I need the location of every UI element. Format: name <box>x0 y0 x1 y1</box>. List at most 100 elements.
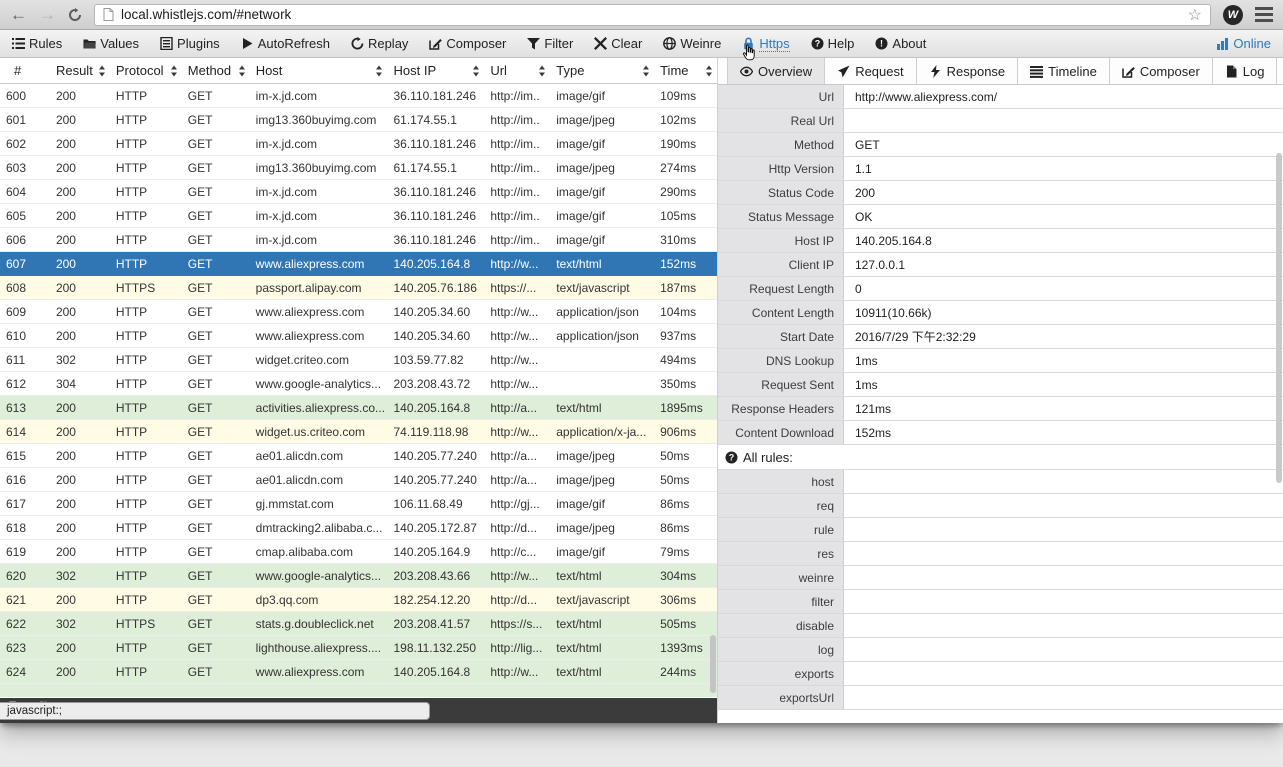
table-row[interactable]: 608200HTTPSGETpassport.alipay.com140.205… <box>0 276 717 300</box>
table-row[interactable]: 606200HTTPGETim-x.jd.com36.110.181.246ht… <box>0 228 717 252</box>
table-row-partial[interactable] <box>0 684 717 697</box>
table-row[interactable]: 600200HTTPGETim-x.jd.com36.110.181.246ht… <box>0 84 717 108</box>
table-row[interactable]: 607200HTTPGETwww.aliexpress.com140.205.1… <box>0 252 717 276</box>
cell-method: GET <box>182 281 250 295</box>
whistle-extension-icon[interactable]: W <box>1223 5 1243 25</box>
toolbar-item-plugins[interactable]: Plugins <box>160 36 220 51</box>
cell-protocol: HTTP <box>110 329 182 343</box>
toolbar-item-label: Weinre <box>680 36 721 51</box>
table-row[interactable]: 619200HTTPGETcmap.alibaba.com140.205.164… <box>0 540 717 564</box>
url-bar[interactable]: local.whistlejs.com/#network ☆ <box>94 4 1211 26</box>
column-header-method[interactable]: Method <box>182 58 250 83</box>
online-status[interactable]: Online <box>1216 36 1271 51</box>
toolbar-item-replay[interactable]: Replay <box>351 36 408 51</box>
cell-protocol: HTTPS <box>110 617 182 631</box>
cell-time: 104ms <box>654 305 717 319</box>
toolbar-item-weinre[interactable]: Weinre <box>663 36 721 51</box>
window-shadow <box>0 723 1283 767</box>
sort-icon <box>472 65 480 77</box>
lock-icon <box>742 37 755 50</box>
table-row[interactable]: 610200HTTPGETwww.aliexpress.com140.205.3… <box>0 324 717 348</box>
cell-host: im-x.jd.com <box>250 233 388 247</box>
tab-timeline[interactable]: Timeline <box>1018 58 1110 84</box>
question-circle-icon: ? <box>811 37 824 50</box>
table-row[interactable]: 617200HTTPGETgj.mmstat.com106.11.68.49ht… <box>0 492 717 516</box>
table-row[interactable]: 609200HTTPGETwww.aliexpress.com140.205.3… <box>0 300 717 324</box>
table-row[interactable]: 603200HTTPGETimg13.360buyimg.com61.174.5… <box>0 156 717 180</box>
cell-host: www.google-analytics... <box>250 569 388 583</box>
table-row[interactable]: 622302HTTPSGETstats.g.doubleclick.net203… <box>0 612 717 636</box>
network-scrollbar[interactable] <box>710 635 716 693</box>
column-header-protocol[interactable]: Protocol <box>110 58 182 83</box>
table-row[interactable]: 614200HTTPGETwidget.us.criteo.com74.119.… <box>0 420 717 444</box>
cell-url: http://c... <box>484 545 550 559</box>
column-header-host[interactable]: Host <box>250 58 388 83</box>
table-row[interactable]: 601200HTTPGETimg13.360buyimg.com61.174.5… <box>0 108 717 132</box>
table-row[interactable]: 620302HTTPGETwww.google-analytics...203.… <box>0 564 717 588</box>
table-row[interactable]: 621200HTTPGETdp3.qq.com182.254.12.20http… <box>0 588 717 612</box>
tab-overview[interactable]: Overview <box>727 58 825 84</box>
toolbar-item-values[interactable]: Values <box>83 36 139 51</box>
back-icon[interactable]: ← <box>10 6 27 23</box>
cell-host: widget.us.criteo.com <box>250 425 388 439</box>
detail-row-value: 152ms <box>844 421 1283 444</box>
detail-row-label: Host IP <box>718 229 844 252</box>
table-row[interactable]: 618200HTTPGETdmtracking2.alibaba.c...140… <box>0 516 717 540</box>
toolbar-item-rules[interactable]: Rules <box>12 36 62 51</box>
tab-request[interactable]: Request <box>825 58 916 84</box>
cell-protocol: HTTP <box>110 377 182 391</box>
column-label: Method <box>188 63 231 78</box>
toolbar-item-about[interactable]: ! About <box>875 36 926 51</box>
cell-url: http://w... <box>484 569 550 583</box>
cell-protocol: HTTP <box>110 209 182 223</box>
detail-row-label: weinre <box>718 566 844 589</box>
cell-time: 109ms <box>654 89 717 103</box>
cell-hostip: 36.110.181.246 <box>387 209 484 223</box>
cell-protocol: HTTP <box>110 161 182 175</box>
cell-time: 274ms <box>654 161 717 175</box>
table-row[interactable]: 602200HTTPGETim-x.jd.com36.110.181.246ht… <box>0 132 717 156</box>
column-header-index[interactable]: # <box>0 58 50 83</box>
table-row[interactable]: 616200HTTPGETae01.alicdn.com140.205.77.2… <box>0 468 717 492</box>
toolbar-item-filter[interactable]: Filter <box>527 36 573 51</box>
tab-composer[interactable]: Composer <box>1110 58 1213 84</box>
table-row[interactable]: 605200HTTPGETim-x.jd.com36.110.181.246ht… <box>0 204 717 228</box>
cell-time: 50ms <box>654 449 717 463</box>
cell-host: im-x.jd.com <box>250 185 388 199</box>
toolbar-item-label: Clear <box>611 36 642 51</box>
menu-icon[interactable] <box>1255 7 1273 22</box>
bookmark-star-icon[interactable]: ☆ <box>1188 5 1202 25</box>
detail-scrollbar[interactable] <box>1276 153 1282 483</box>
tab-log[interactable]: Log <box>1213 58 1278 84</box>
column-header-hostip[interactable]: Host IP <box>387 58 484 83</box>
detail-row: req <box>718 494 1283 518</box>
column-header-result[interactable]: Result <box>50 58 110 83</box>
toolbar-item-clear[interactable]: Clear <box>594 36 642 51</box>
table-row[interactable]: 624200HTTPGETwww.aliexpress.com140.205.1… <box>0 660 717 684</box>
table-row[interactable]: 612304HTTPGETwww.google-analytics...203.… <box>0 372 717 396</box>
reload-icon[interactable] <box>68 8 82 22</box>
column-header-time[interactable]: Time <box>654 58 717 83</box>
table-row[interactable]: 615200HTTPGETae01.alicdn.com140.205.77.2… <box>0 444 717 468</box>
cell-num: 617 <box>0 497 50 511</box>
cell-hostip: 140.205.76.186 <box>387 281 484 295</box>
toolbar-item-autorefresh[interactable]: AutoRefresh <box>241 36 330 51</box>
cell-host: www.aliexpress.com <box>250 329 388 343</box>
toolbar-item-https[interactable]: Https <box>742 36 789 52</box>
table-row[interactable]: 613200HTTPGETactivities.aliexpress.co...… <box>0 396 717 420</box>
cell-url: http://d... <box>484 593 550 607</box>
tab-response[interactable]: Response <box>917 58 1019 84</box>
toolbar-item-composer[interactable]: Composer <box>429 36 506 51</box>
column-header-url[interactable]: Url <box>484 58 550 83</box>
table-row[interactable]: 611302HTTPGETwidget.criteo.com103.59.77.… <box>0 348 717 372</box>
cell-url: http://d... <box>484 521 550 535</box>
cell-result: 304 <box>50 377 110 391</box>
toolbar-item-help[interactable]: ? Help <box>811 36 855 51</box>
cell-method: GET <box>182 113 250 127</box>
forward-icon[interactable]: → <box>39 6 56 23</box>
column-label: Host <box>256 63 283 78</box>
table-row[interactable]: 623200HTTPGETlighthouse.aliexpress....19… <box>0 636 717 660</box>
cell-hostip: 182.254.12.20 <box>387 593 484 607</box>
column-header-type[interactable]: Type <box>550 58 654 83</box>
table-row[interactable]: 604200HTTPGETim-x.jd.com36.110.181.246ht… <box>0 180 717 204</box>
